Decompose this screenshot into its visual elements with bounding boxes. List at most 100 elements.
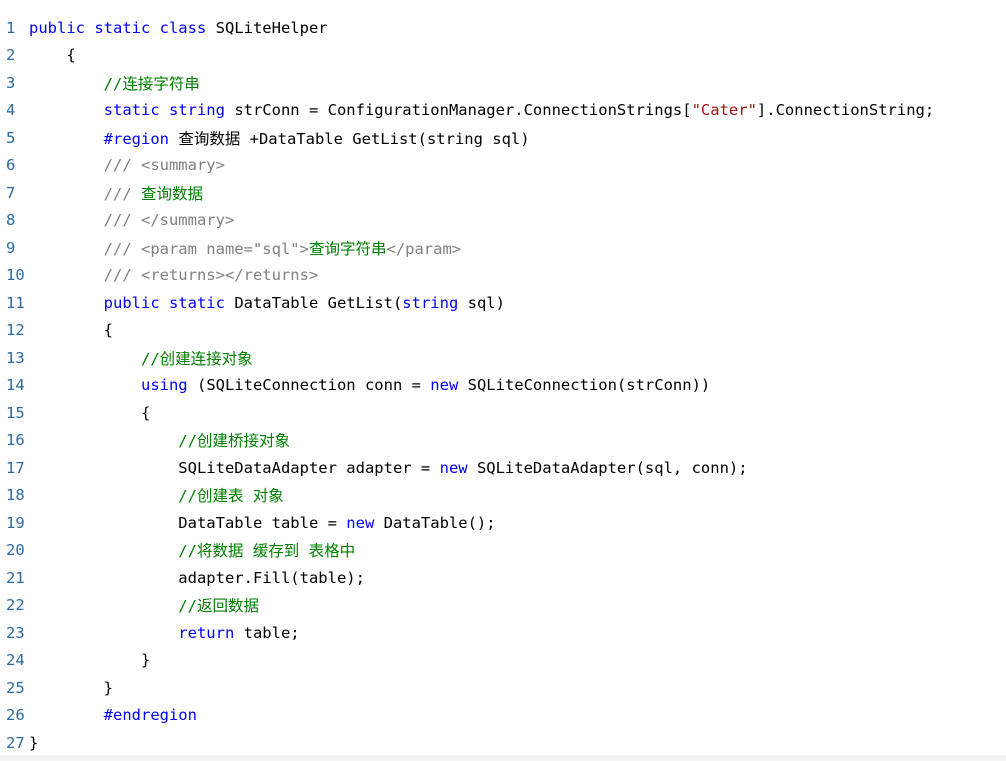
code-text: //连接字符串 (26, 72, 200, 94)
code-token-plain: (SQLiteConnection conn = (196, 376, 431, 395)
code-token-xml: /// (29, 184, 141, 203)
line-number: 14 (6, 376, 25, 395)
bottom-divider (0, 755, 1006, 761)
code-token-plain: adapter.Fill(table); (29, 568, 365, 587)
code-text: //将数据 缓存到 表格中 (26, 539, 355, 561)
code-text: DataTable table = new DataTable(); (26, 513, 496, 532)
code-line: 9 /// <param name="sql">查询字符串</param> (0, 234, 1006, 262)
code-token-plain: sql) (467, 293, 505, 312)
code-text: /// </summary> (26, 211, 235, 230)
code-token-kw: new (346, 513, 384, 532)
line-number: 19 (6, 513, 25, 532)
code-token-cm: //创建桥接对象 (29, 432, 290, 451)
code-line: 11 public static DataTable GetList(strin… (0, 289, 1006, 317)
code-token-str: "Cater" (691, 101, 757, 120)
line-number: 4 (6, 101, 16, 120)
code-line: 23 return table; (0, 619, 1006, 647)
code-text: using (SQLiteConnection conn = new SQLit… (26, 376, 710, 394)
line-number: 1 (6, 18, 16, 37)
code-token-kw: #region (29, 129, 179, 148)
code-line: 13 //创建连接对象 (0, 344, 1006, 372)
code-token-kw: public static (29, 293, 235, 312)
code-line: 4 static string strConn = ConfigurationM… (0, 97, 1006, 125)
code-line: 16 //创建桥接对象 (0, 427, 1006, 455)
code-token-xml: /// </summary> (29, 211, 235, 230)
code-token-plain: table; (243, 623, 300, 642)
code-token-cm: //创建表 对象 (29, 487, 284, 506)
code-token-plain: DataTable GetList( (234, 293, 403, 312)
code-text: public static class SQLiteHelper (26, 19, 328, 37)
code-line: 21 adapter.Fill(table); (0, 564, 1006, 592)
code-line: 8 /// </summary> (0, 207, 1006, 235)
line-number: 21 (6, 568, 25, 587)
code-text: /// <returns></returns> (26, 266, 319, 285)
code-text: } (26, 734, 38, 752)
code-line: 12 { (0, 317, 1006, 345)
line-number: 3 (6, 73, 16, 92)
code-token-plain: SQLiteHelper (215, 18, 328, 37)
line-number: 13 (6, 348, 25, 367)
code-line: 17 SQLiteDataAdapter adapter = new SQLit… (0, 454, 1006, 482)
code-line: 18 //创建表 对象 (0, 482, 1006, 510)
code-token-plain: SQLiteDataAdapter(sql, conn); (476, 458, 748, 477)
code-token-xml: </param> (386, 239, 462, 258)
code-token-plain: } (29, 651, 151, 670)
line-number: 11 (6, 293, 25, 312)
code-token-plain: SQLiteDataAdapter adapter = (29, 458, 440, 477)
code-line: 19 DataTable table = new DataTable(); (0, 509, 1006, 537)
line-number: 9 (6, 238, 16, 257)
code-token-plain: DataTable(); (383, 513, 496, 532)
code-text: public static DataTable GetList(string s… (26, 294, 505, 312)
code-viewer: 1 public static class SQLiteHelper 2 {3 //… (0, 0, 1006, 761)
code-text: /// <summary> (26, 156, 225, 174)
code-token-cm: 查询字符串 (308, 239, 387, 258)
code-token-kw: new (430, 376, 468, 395)
code-token-plain: { (29, 321, 113, 340)
code-line: 3 //连接字符串 (0, 69, 1006, 97)
code-text: { (26, 321, 113, 339)
code-token-plain: 查询数据 +DataTable GetList(string sql) (178, 129, 530, 148)
code-token-plain: SQLiteConnection(strConn)) (467, 376, 711, 395)
code-token-plain: } (29, 733, 39, 752)
code-text: return table; (26, 623, 300, 642)
code-line: 15 { (0, 399, 1006, 427)
code-token-plain: { (29, 46, 76, 65)
code-line: 2 { (0, 42, 1006, 70)
line-number: 5 (6, 128, 16, 147)
line-number: 22 (6, 596, 25, 615)
line-number: 23 (6, 623, 25, 642)
code-line: 5 #region 查询数据 +DataTable GetList(string… (0, 124, 1006, 152)
code-line: 27} (0, 729, 1006, 757)
code-token-plain: ].ConnectionString; (756, 101, 935, 120)
code-text: SQLiteDataAdapter adapter = new SQLiteDa… (26, 458, 748, 477)
code-text: //创建连接对象 (26, 347, 253, 369)
code-line: 24 } (0, 647, 1006, 675)
line-number: 2 (6, 46, 16, 65)
code-token-kw: #endregion (29, 706, 197, 725)
code-block[interactable]: 1 public static class SQLiteHelper 2 {3 //… (0, 14, 1006, 757)
line-number: 16 (6, 431, 25, 450)
code-token-kw: new (439, 458, 477, 477)
line-number: 25 (6, 678, 25, 697)
line-number: 6 (6, 156, 16, 175)
code-line: 22 //返回数据 (0, 592, 1006, 620)
code-token-kw: public static class (29, 18, 216, 37)
code-token-cm: //返回数据 (29, 597, 259, 616)
code-text: } (26, 679, 113, 697)
line-number: 20 (6, 541, 25, 560)
code-text: { (26, 404, 150, 422)
line-number: 15 (6, 403, 25, 422)
line-number: 10 (6, 266, 25, 285)
code-line: 7 /// 查询数据 (0, 179, 1006, 207)
code-token-xml: /// <returns></returns> (29, 266, 319, 285)
code-token-xml: /// <summary> (29, 156, 225, 175)
line-number: 18 (6, 486, 25, 505)
code-token-kw: return (29, 623, 244, 642)
code-token-cm: 查询数据 (140, 184, 203, 203)
code-token-kw: static string (29, 101, 235, 120)
line-number: 27 (6, 733, 25, 752)
line-number: 12 (6, 321, 25, 340)
code-token-cm: //将数据 缓存到 表格中 (29, 542, 356, 561)
line-number: 24 (6, 651, 25, 670)
line-number: 8 (6, 211, 16, 230)
